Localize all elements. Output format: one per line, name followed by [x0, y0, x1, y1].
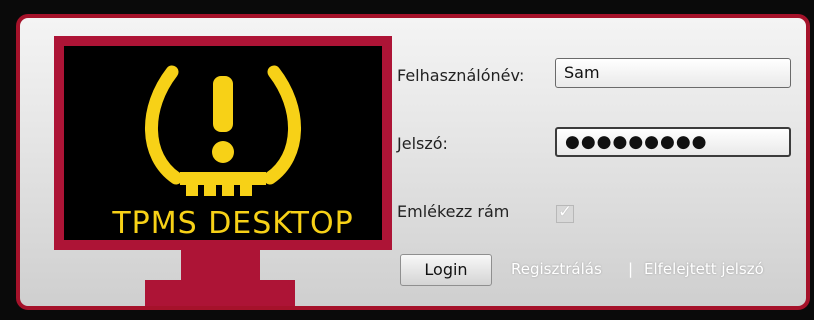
tpms-warning-icon [145, 65, 301, 196]
password-label: Jelszó: [397, 134, 448, 153]
login-window: TPMS DESKTOP Felhasználónév: Sam Jelszó:… [16, 14, 810, 310]
password-field[interactable]: ●●●●●●●●● [555, 127, 791, 157]
forgot-password-link[interactable]: Elfelejtett jelszó [644, 260, 764, 278]
monitor-stand-base [145, 280, 295, 306]
remember-me-checkbox[interactable]: ✓ [556, 202, 574, 223]
login-button[interactable]: Login [400, 254, 492, 286]
monitor-stand-neck [181, 250, 260, 280]
tpms-desktop-logo: TPMS DESKTOP [54, 36, 392, 306]
username-label: Felhasználónév: [397, 66, 525, 85]
logo-text: TPMS DESKTOP [112, 206, 354, 241]
checkmark-icon: ✓ [558, 202, 573, 222]
username-field[interactable]: Sam [555, 58, 791, 88]
link-separator: | [628, 260, 634, 278]
monitor-screen: TPMS DESKTOP [54, 36, 392, 250]
register-link[interactable]: Regisztrálás [511, 260, 602, 278]
remember-me-label: Emlékezz rám [397, 202, 510, 221]
